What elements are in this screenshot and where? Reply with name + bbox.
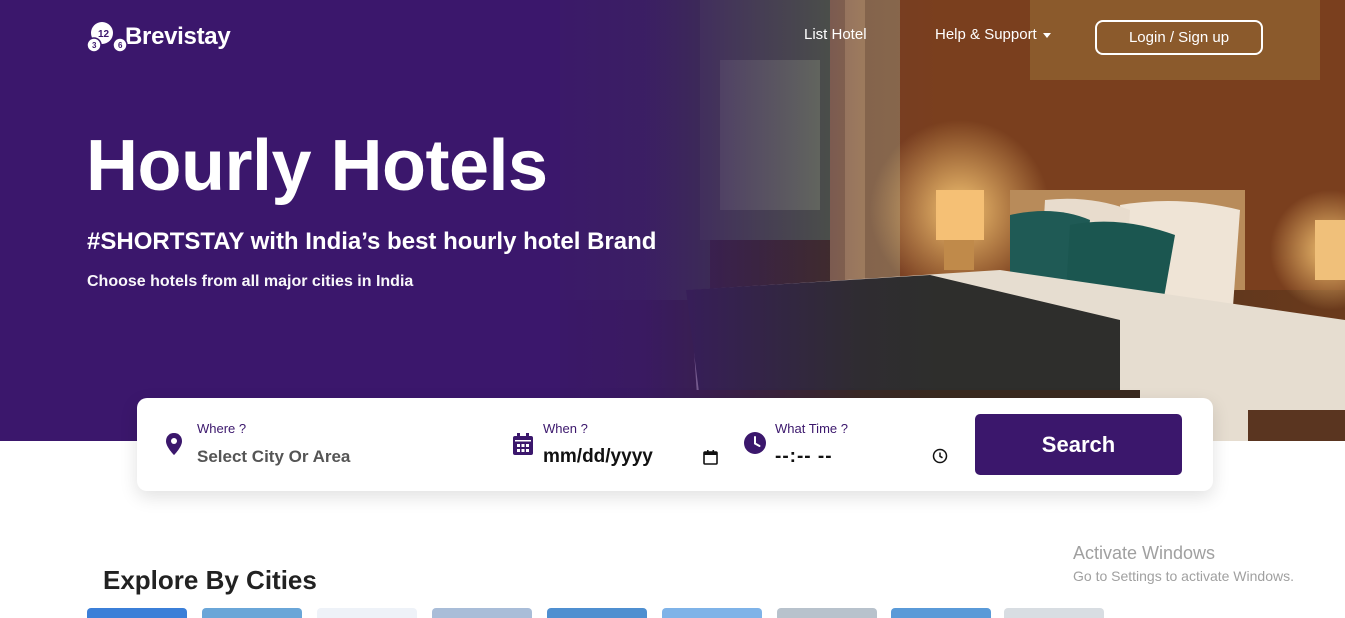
where-field[interactable]: Where ? bbox=[137, 398, 497, 491]
city-card[interactable] bbox=[202, 608, 302, 618]
search-button[interactable]: Search bbox=[975, 414, 1182, 475]
city-card[interactable] bbox=[432, 608, 532, 618]
nav-list-hotel-link[interactable]: List Hotel bbox=[804, 26, 867, 43]
hero-banner bbox=[0, 0, 1345, 441]
city-card[interactable] bbox=[891, 608, 991, 618]
where-input[interactable] bbox=[197, 446, 477, 468]
time-label: What Time ? bbox=[775, 421, 848, 436]
date-picker-icon[interactable] bbox=[703, 450, 718, 465]
brand-name: Brevistay bbox=[125, 23, 231, 50]
map-pin-icon bbox=[166, 433, 182, 455]
where-label: Where ? bbox=[197, 421, 247, 436]
time-input[interactable]: --:-- -- bbox=[775, 446, 833, 468]
svg-text:3: 3 bbox=[92, 41, 97, 50]
city-card[interactable] bbox=[777, 608, 877, 618]
section-title: Explore By Cities bbox=[103, 565, 317, 595]
brand-logo[interactable]: 3 6 12 Brevistay bbox=[87, 20, 231, 54]
clock-icon bbox=[744, 432, 766, 454]
hero-subtitle: #SHORTSTAY with India’s best hourly hote… bbox=[87, 228, 657, 255]
search-card: Where ? When ? mm/dd/yyyy W bbox=[137, 398, 1213, 491]
svg-text:6: 6 bbox=[118, 41, 123, 50]
login-signup-button[interactable]: Login / Sign up bbox=[1095, 20, 1263, 55]
city-card[interactable] bbox=[1004, 608, 1104, 618]
page-title: Hourly Hotels bbox=[86, 126, 548, 206]
time-picker-icon[interactable] bbox=[932, 448, 948, 464]
date-input[interactable]: mm/dd/yyyy bbox=[543, 446, 653, 468]
chevron-down-icon bbox=[1042, 32, 1051, 38]
city-card[interactable] bbox=[547, 608, 647, 618]
nav-help-support-dropdown[interactable]: Help & Support bbox=[935, 26, 1051, 43]
help-support-label: Help & Support bbox=[935, 26, 1037, 43]
hero-description: Choose hotels from all major cities in I… bbox=[87, 273, 414, 290]
svg-text:12: 12 bbox=[98, 29, 110, 40]
city-card[interactable] bbox=[662, 608, 762, 618]
city-card[interactable] bbox=[317, 608, 417, 618]
windows-activation-text: Go to Settings to activate Windows. bbox=[1073, 568, 1294, 584]
brevistay-logo-icon: 3 6 12 bbox=[87, 22, 128, 53]
time-field[interactable]: What Time ? --:-- -- bbox=[742, 398, 957, 491]
city-card[interactable] bbox=[87, 608, 187, 618]
when-label: When ? bbox=[543, 421, 588, 436]
hero-overlay bbox=[0, 0, 1345, 441]
when-field[interactable]: When ? mm/dd/yyyy bbox=[510, 398, 730, 491]
calendar-icon bbox=[513, 433, 533, 455]
city-carousel bbox=[0, 608, 1345, 618]
windows-activation-title: Activate Windows bbox=[1073, 543, 1216, 563]
